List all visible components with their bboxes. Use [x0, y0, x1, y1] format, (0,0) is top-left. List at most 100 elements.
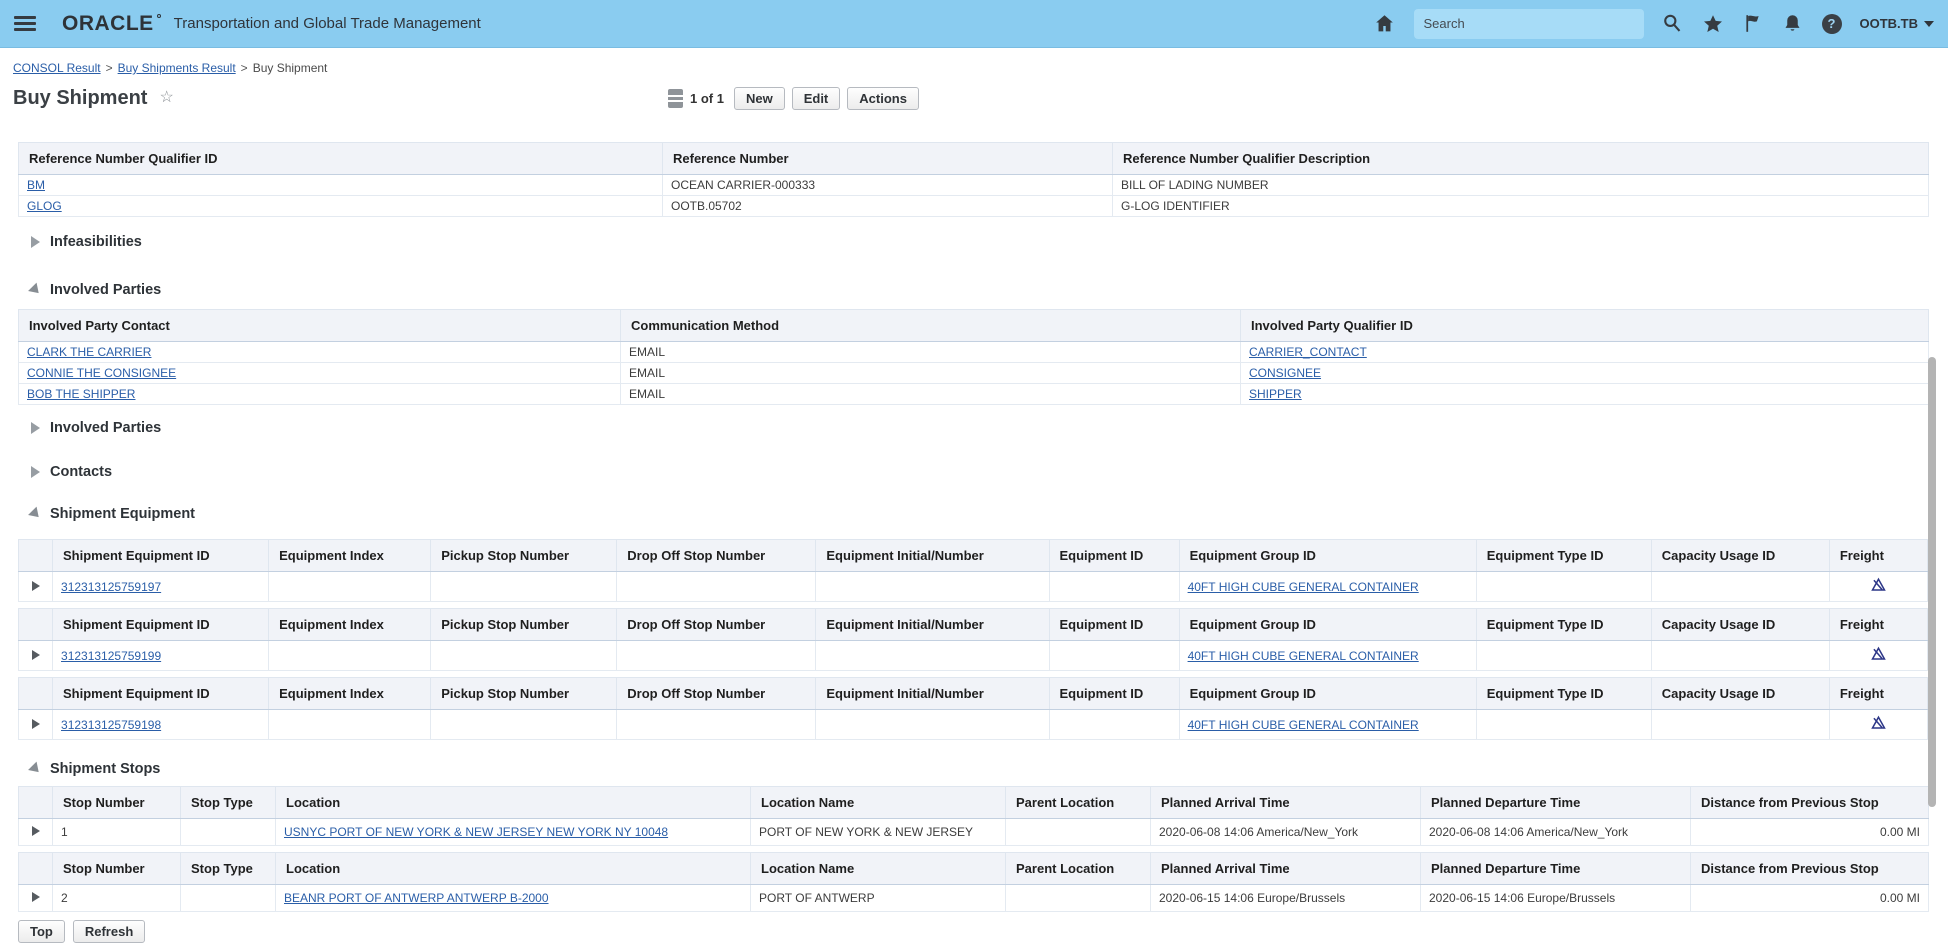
- table-row: GLOG OOTB.05702 G-LOG IDENTIFIER: [18, 195, 1929, 217]
- column-header-type-id: Equipment Type ID: [1475, 608, 1652, 641]
- user-name: OOTB.TB: [1859, 16, 1919, 31]
- column-header-ref-number: Reference Number: [662, 142, 1113, 175]
- search-input[interactable]: [1413, 8, 1644, 39]
- user-menu[interactable]: OOTB.TB: [1859, 16, 1934, 31]
- vertical-scrollbar-thumb[interactable]: [1928, 357, 1936, 807]
- involved-party-qualifier-link[interactable]: SHIPPER: [1249, 387, 1302, 401]
- column-header-group-id: Equipment Group ID: [1178, 608, 1477, 641]
- favorite-star-icon[interactable]: ☆: [159, 89, 173, 106]
- column-header-equip-id: Equipment ID: [1048, 677, 1180, 710]
- equipment-group-link[interactable]: 40FT HIGH CUBE GENERAL CONTAINER: [1188, 649, 1419, 663]
- involved-parties-table: Involved Party Contact Communication Met…: [18, 309, 1929, 405]
- flag-icon[interactable]: [1742, 13, 1764, 35]
- column-header-dropoff-stop: Drop Off Stop Number: [616, 608, 817, 641]
- notifications-bell-icon[interactable]: [1782, 13, 1804, 35]
- column-header-parent-location: Parent Location: [1005, 786, 1151, 819]
- shipment-stops-table: Stop Number Stop Type Location Location …: [18, 852, 1929, 912]
- involved-party-contact-link[interactable]: CLARK THE CARRIER: [27, 345, 151, 359]
- section-shipment-stops[interactable]: Shipment Stops: [28, 760, 1928, 778]
- column-header-equip-id: Equipment ID: [1048, 608, 1180, 641]
- expand-icon: [31, 422, 40, 434]
- distance-value: 0.00 MI: [1690, 884, 1929, 912]
- expand-row-icon[interactable]: [31, 892, 40, 902]
- app-title: Transportation and Global Trade Manageme…: [173, 15, 481, 32]
- table-row: 1 USNYC PORT OF NEW YORK & NEW JERSEY NE…: [18, 818, 1929, 846]
- refresh-button[interactable]: Refresh: [72, 920, 146, 943]
- shipment-equipment-id-link[interactable]: 312313125759199: [61, 649, 161, 663]
- table-row: 312313125759197 40FT HIGH CUBE GENERAL C…: [17, 571, 1929, 602]
- collapse-icon: [28, 506, 43, 522]
- expand-row-icon[interactable]: [31, 580, 40, 591]
- stop-location-link[interactable]: BEANR PORT OF ANTWERP ANTWERP B-2000: [284, 891, 549, 905]
- column-header-type-id: Equipment Type ID: [1475, 677, 1652, 710]
- column-header-planned-arrival: Planned Arrival Time: [1150, 786, 1421, 819]
- involved-party-contact-link[interactable]: BOB THE SHIPPER: [27, 387, 135, 401]
- expand-icon: [31, 236, 40, 248]
- breadcrumb-consol-result[interactable]: CONSOL Result: [13, 61, 101, 75]
- column-header-freight: Freight: [1828, 677, 1929, 710]
- column-header-capacity-id: Capacity Usage ID: [1650, 539, 1830, 572]
- shipment-equipment-table: Shipment Equipment ID Equipment Index Pi…: [17, 539, 1929, 602]
- shipment-stops-table: Stop Number Stop Type Location Location …: [18, 786, 1929, 846]
- expand-icon: [31, 466, 40, 478]
- breadcrumb-buy-shipments-result[interactable]: Buy Shipments Result: [118, 61, 236, 75]
- column-header-involved-party-qualifier: Involved Party Qualifier ID: [1240, 309, 1929, 342]
- column-header-ref-description: Reference Number Qualifier Description: [1112, 142, 1929, 175]
- column-header-ref-qualifier-id: Reference Number Qualifier ID: [18, 142, 663, 175]
- section-involved-parties[interactable]: Involved Parties: [28, 281, 1928, 299]
- collapse-icon: [28, 282, 43, 298]
- shipment-equipment-id-link[interactable]: 312313125759197: [61, 580, 161, 594]
- home-icon[interactable]: [1374, 13, 1396, 35]
- freight-icon[interactable]: [1870, 646, 1887, 665]
- freight-icon[interactable]: [1870, 715, 1887, 734]
- stop-location-link[interactable]: USNYC PORT OF NEW YORK & NEW JERSEY NEW …: [284, 825, 668, 839]
- column-header-equipment-id: Shipment Equipment ID: [52, 677, 270, 710]
- equipment-group-link[interactable]: 40FT HIGH CUBE GENERAL CONTAINER: [1188, 580, 1419, 594]
- involved-party-contact-link[interactable]: CONNIE THE CONSIGNEE: [27, 366, 176, 380]
- expand-row-icon[interactable]: [31, 649, 40, 660]
- pagination-list-icon[interactable]: [668, 89, 683, 108]
- collapse-icon: [28, 761, 43, 777]
- ref-qualifier-link[interactable]: BM: [27, 178, 45, 192]
- menu-icon[interactable]: [14, 16, 36, 31]
- edit-button[interactable]: Edit: [791, 87, 841, 110]
- section-infeasibilities[interactable]: Infeasibilities: [31, 233, 1928, 251]
- section-involved-parties-2[interactable]: Involved Parties: [31, 419, 1928, 437]
- section-shipment-equipment[interactable]: Shipment Equipment: [28, 505, 1928, 523]
- freight-icon[interactable]: [1870, 577, 1887, 596]
- table-row: BOB THE SHIPPER EMAIL SHIPPER: [18, 383, 1929, 405]
- shipment-equipment-table: Shipment Equipment ID Equipment Index Pi…: [17, 608, 1929, 671]
- column-header-dropoff-stop: Drop Off Stop Number: [616, 539, 817, 572]
- column-header-pickup-stop: Pickup Stop Number: [430, 677, 618, 710]
- involved-party-qualifier-link[interactable]: CARRIER_CONTACT: [1249, 345, 1367, 359]
- record-count: 1 of 1: [690, 91, 724, 106]
- top-button[interactable]: Top: [18, 920, 65, 943]
- help-icon[interactable]: ?: [1821, 13, 1842, 34]
- shipment-equipment-id-link[interactable]: 312313125759198: [61, 718, 161, 732]
- column-header-equipment-id: Shipment Equipment ID: [52, 608, 270, 641]
- expand-row-icon[interactable]: [31, 718, 40, 729]
- table-row: CONNIE THE CONSIGNEE EMAIL CONSIGNEE: [18, 362, 1929, 384]
- table-row: 2 BEANR PORT OF ANTWERP ANTWERP B-2000 P…: [18, 884, 1929, 912]
- column-header-initial-number: Equipment Initial/Number: [815, 608, 1050, 641]
- column-header-equipment-index: Equipment Index: [268, 539, 432, 572]
- favorites-star-icon[interactable]: [1702, 13, 1724, 35]
- oracle-logo: ORACLE: [62, 12, 161, 36]
- column-header-planned-arrival: Planned Arrival Time: [1150, 852, 1421, 885]
- column-header-distance: Distance from Previous Stop: [1690, 852, 1929, 885]
- expand-row-icon[interactable]: [31, 826, 40, 836]
- actions-button[interactable]: Actions: [847, 87, 919, 110]
- column-header-planned-departure: Planned Departure Time: [1420, 852, 1691, 885]
- column-header-equip-id: Equipment ID: [1048, 539, 1180, 572]
- column-header-equipment-index: Equipment Index: [268, 608, 432, 641]
- involved-party-qualifier-link[interactable]: CONSIGNEE: [1249, 366, 1321, 380]
- column-header-capacity-id: Capacity Usage ID: [1650, 677, 1830, 710]
- top-app-bar: ORACLE Transportation and Global Trade M…: [0, 0, 1948, 48]
- section-contacts[interactable]: Contacts: [31, 463, 1928, 481]
- equipment-group-link[interactable]: 40FT HIGH CUBE GENERAL CONTAINER: [1188, 718, 1419, 732]
- ref-qualifier-link[interactable]: GLOG: [27, 199, 62, 213]
- new-button[interactable]: New: [733, 87, 785, 110]
- column-header-equipment-index: Equipment Index: [268, 677, 432, 710]
- search-icon[interactable]: [1662, 13, 1684, 35]
- column-header-stop-number: Stop Number: [52, 786, 181, 819]
